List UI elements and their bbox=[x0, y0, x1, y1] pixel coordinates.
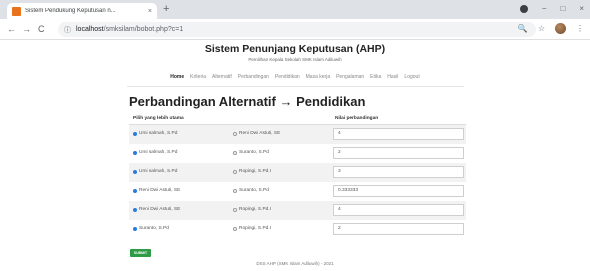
radio-checked-icon[interactable] bbox=[133, 150, 137, 155]
nav-logout[interactable]: Logout bbox=[404, 74, 419, 80]
record-indicator-icon bbox=[519, 5, 528, 13]
table-row: Umi salmah, S.Pd Ropingi, S.Pd.I 3 bbox=[129, 163, 466, 182]
option-left[interactable]: Umi salmah, S.Pd bbox=[133, 169, 177, 174]
option-right[interactable]: Reni Dwi Astuti, SE bbox=[233, 131, 280, 136]
option-right-label: Reni Dwi Astuti, SE bbox=[239, 131, 281, 136]
radio-checked-icon[interactable] bbox=[133, 188, 137, 193]
profile-avatar[interactable] bbox=[555, 23, 566, 34]
option-right[interactable]: Ropingi, S.Pd.I bbox=[233, 169, 271, 174]
option-right[interactable]: Suranto, S.Pd bbox=[233, 150, 269, 155]
option-right[interactable]: Ropingi, S.Pd.I bbox=[233, 226, 271, 231]
radio-icon[interactable] bbox=[233, 131, 237, 136]
url-path: /smksilam/bobot.php?c=1 bbox=[103, 26, 184, 33]
table-header: Pilih yang lebih utama Nilai perbandinga… bbox=[129, 113, 466, 125]
nav-hasil[interactable]: Hasil bbox=[387, 74, 398, 80]
browser-tab[interactable]: Sistem Pendukung Keputusan n... × bbox=[7, 3, 157, 19]
tab-title: Sistem Pendukung Keputusan n... bbox=[25, 8, 116, 14]
nav-pengalaman[interactable]: Pengalaman bbox=[336, 74, 364, 80]
radio-checked-icon[interactable] bbox=[133, 207, 137, 212]
option-left-label: Reni Dwi Astuti, SE bbox=[139, 188, 181, 193]
option-left[interactable]: Suranto, S.Pd bbox=[133, 226, 169, 231]
option-left[interactable]: Reni Dwi Astuti, SE bbox=[133, 188, 180, 193]
url-host: localhost bbox=[76, 26, 104, 33]
option-right[interactable]: Suranto, S.Pd bbox=[233, 188, 269, 193]
main-nav: Home Kriteria Alternatif Perbandingan Pe… bbox=[0, 74, 590, 80]
option-right-label: Suranto, S.Pd bbox=[239, 188, 269, 193]
radio-icon[interactable] bbox=[233, 188, 237, 193]
table-row: Umi salmah, S.Pd Suranto, S.Pd 2 bbox=[129, 144, 466, 163]
option-right-label: Ropingi, S.Pd.I bbox=[239, 169, 271, 174]
browser-toolbar: ← → C ⓘ localhost /smksilam/bobot.php?c=… bbox=[0, 19, 590, 40]
option-right[interactable]: Ropingi, S.Pd.I bbox=[233, 207, 271, 212]
radio-icon[interactable] bbox=[233, 169, 237, 174]
maximize-icon[interactable]: □ bbox=[560, 2, 565, 16]
option-left-label: Reni Dwi Astuti, SE bbox=[139, 207, 181, 212]
nav-pendidikan[interactable]: Pendidikan bbox=[275, 74, 300, 80]
browser-tabbar: Sistem Pendukung Keputusan n... × + − □ … bbox=[0, 0, 590, 19]
comparison-value-input[interactable]: 0.333333 bbox=[333, 185, 464, 197]
option-right-label: Ropingi, S.Pd.I bbox=[239, 207, 271, 212]
zoom-icon[interactable]: 🔍 bbox=[518, 24, 528, 33]
page-heading: Perbandingan Alternatif → Pendidikan bbox=[129, 94, 366, 109]
option-left-label: Suranto, S.Pd bbox=[139, 226, 169, 231]
radio-checked-icon[interactable] bbox=[133, 131, 137, 136]
reload-icon[interactable]: C bbox=[38, 23, 45, 35]
nav-masa-kerja[interactable]: Masa kerja bbox=[306, 74, 330, 80]
option-left-label: Umi salmah, S.Pd bbox=[139, 169, 178, 174]
nav-alternatif[interactable]: Alternatif bbox=[212, 74, 232, 80]
option-left-label: Umi salmah, S.Pd bbox=[139, 131, 178, 136]
nav-home[interactable]: Home bbox=[170, 74, 184, 80]
table-row: Umi salmah, S.Pd Reni Dwi Astuti, SE 4 bbox=[129, 125, 466, 144]
back-icon[interactable]: ← bbox=[7, 23, 16, 35]
comparison-value-input[interactable]: 3 bbox=[333, 166, 464, 178]
favicon-icon bbox=[12, 6, 21, 16]
browser-menu-icon[interactable]: ⋮ bbox=[576, 24, 584, 33]
nav-divider bbox=[127, 86, 464, 87]
nav-perbandingan[interactable]: Perbandingan bbox=[238, 74, 269, 80]
comparison-value-input[interactable]: 2 bbox=[333, 223, 464, 235]
minimize-icon[interactable]: − bbox=[542, 2, 547, 16]
tab-close-icon[interactable]: × bbox=[148, 8, 152, 15]
option-right-label: Ropingi, S.Pd.I bbox=[239, 226, 271, 231]
radio-icon[interactable] bbox=[233, 226, 237, 231]
option-left-label: Umi salmah, S.Pd bbox=[139, 150, 178, 155]
radio-checked-icon[interactable] bbox=[133, 169, 137, 174]
window-close-icon[interactable]: × bbox=[579, 2, 584, 16]
table-row: Suranto, S.Pd Ropingi, S.Pd.I 2 bbox=[129, 220, 466, 239]
nav-kriteria[interactable]: Kriteria bbox=[190, 74, 206, 80]
info-icon[interactable]: ⓘ bbox=[64, 25, 71, 35]
radio-icon[interactable] bbox=[233, 207, 237, 212]
option-right-label: Suranto, S.Pd bbox=[239, 150, 269, 155]
option-left[interactable]: Umi salmah, S.Pd bbox=[133, 131, 177, 136]
page-footer: DSS AHP (SMK Islam Adiluwih) - 2021 bbox=[256, 261, 334, 266]
nav-etika[interactable]: Etika bbox=[370, 74, 381, 80]
col-header-choice: Pilih yang lebih utama bbox=[133, 116, 184, 121]
forward-icon[interactable]: → bbox=[22, 23, 31, 35]
option-left[interactable]: Umi salmah, S.Pd bbox=[133, 150, 177, 155]
comparison-value-input[interactable]: 2 bbox=[333, 147, 464, 159]
table-row: Reni Dwi Astuti, SE Ropingi, S.Pd.I 4 bbox=[129, 201, 466, 220]
site-subtitle: Pemilihan Kepala Sekolah SMK Islam Adilu… bbox=[248, 57, 342, 62]
comparison-value-input[interactable]: 4 bbox=[333, 204, 464, 216]
bookmark-star-icon[interactable]: ☆ bbox=[538, 24, 545, 33]
radio-checked-icon[interactable] bbox=[133, 226, 137, 231]
submit-button[interactable]: SUBMIT bbox=[130, 249, 151, 257]
site-title: Sistem Penunjang Keputusan (AHP) bbox=[204, 43, 386, 55]
address-bar[interactable]: ⓘ localhost /smksilam/bobot.php?c=1 bbox=[58, 22, 536, 37]
option-left[interactable]: Reni Dwi Astuti, SE bbox=[133, 207, 180, 212]
table-row: Reni Dwi Astuti, SE Suranto, S.Pd 0.3333… bbox=[129, 182, 466, 201]
new-tab-icon[interactable]: + bbox=[163, 3, 169, 16]
col-header-value: Nilai perbandingan bbox=[335, 116, 379, 121]
comparison-value-input[interactable]: 4 bbox=[333, 128, 464, 140]
radio-icon[interactable] bbox=[233, 150, 237, 155]
